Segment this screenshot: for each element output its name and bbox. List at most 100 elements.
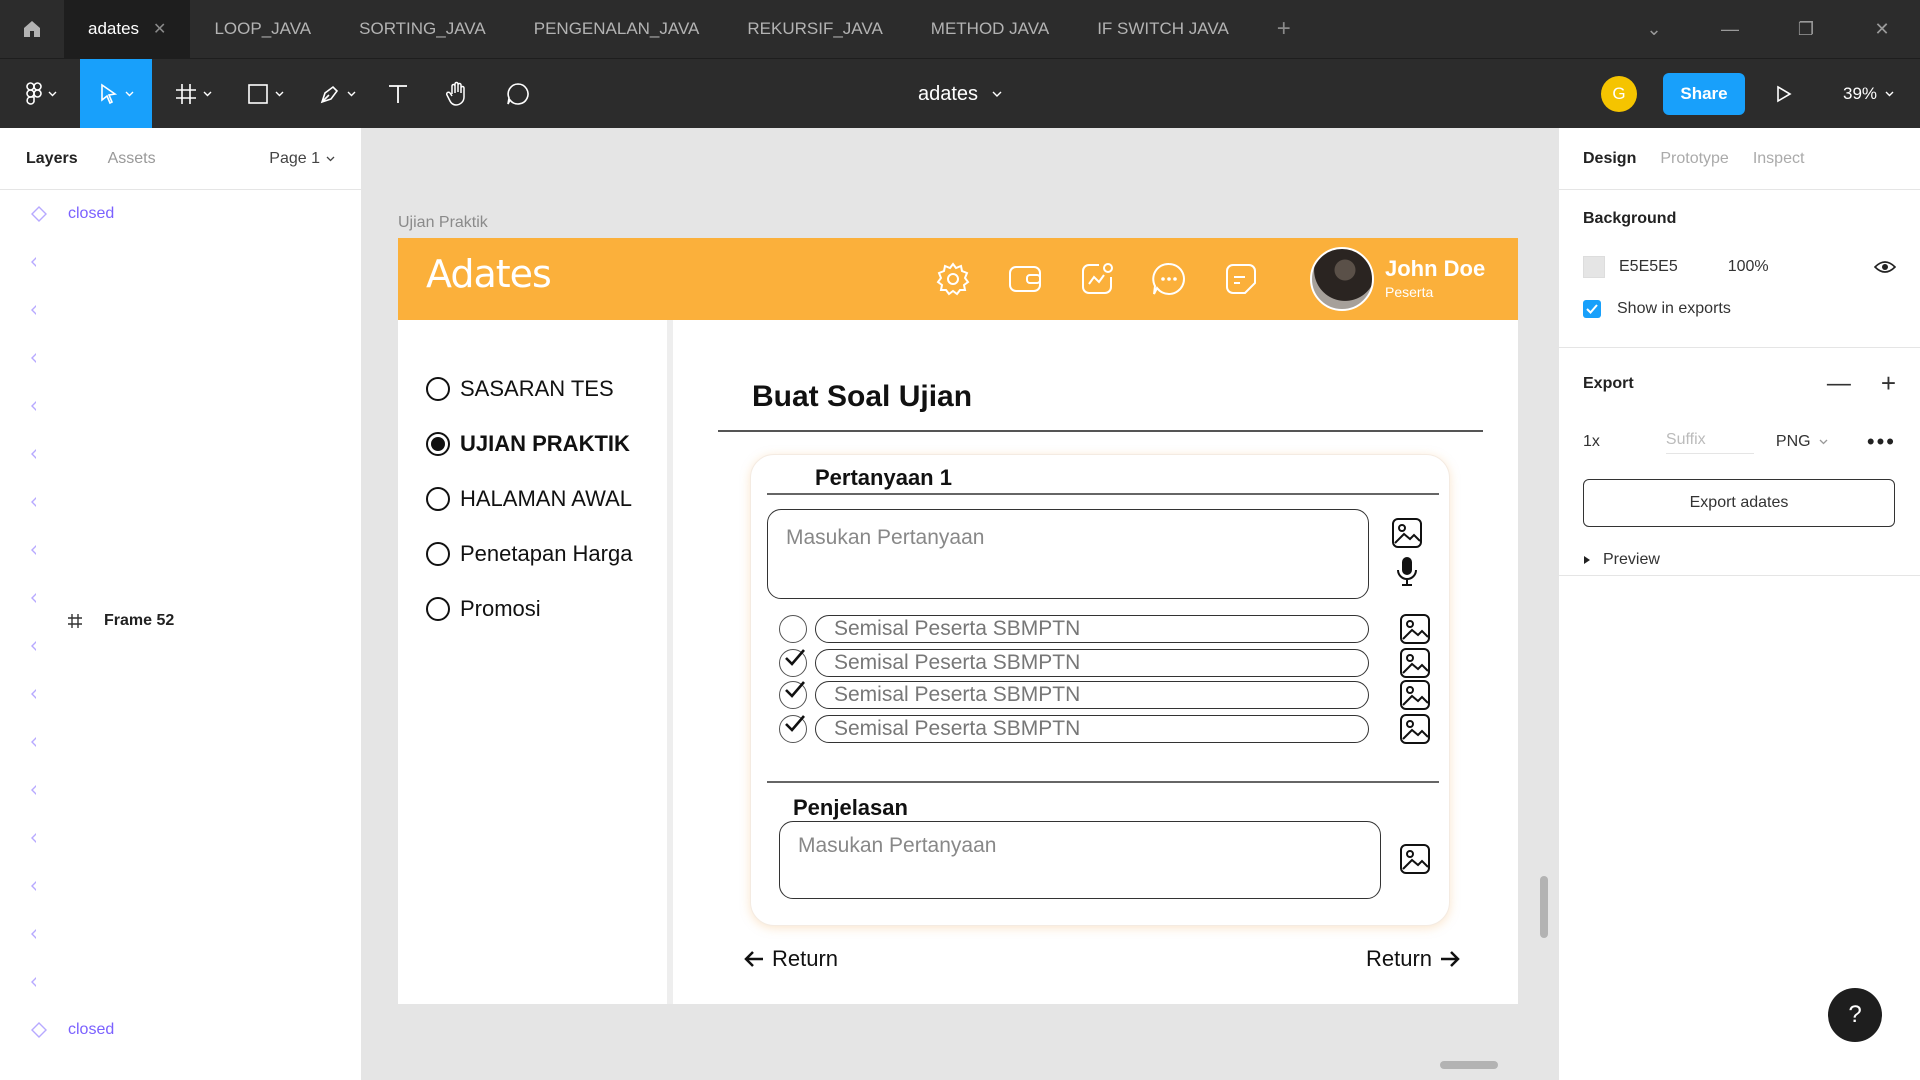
remove-export-icon[interactable]: — [1827,370,1851,398]
more-options-icon[interactable]: ••• [1867,429,1896,455]
menu-item-sasaran-tes[interactable]: SASARAN TES [426,376,614,402]
frame-tool[interactable] [168,59,218,129]
return-back-label: Return [772,946,839,971]
menu-label: HALAMAN AWAL [460,486,632,511]
image-upload-icon[interactable] [1399,713,1431,745]
answer-option-input[interactable]: Semisal Peserta SBMPTN [815,681,1369,709]
new-tab-plus-icon[interactable]: + [1253,15,1315,43]
chevron-down-icon[interactable]: ⌄ [1616,19,1692,40]
radio-button[interactable] [426,377,450,401]
properties-panel: Design Prototype Inspect Background E5E5… [1558,128,1920,1080]
shape-tool[interactable] [240,59,290,129]
design-frame[interactable]: Adates John Doe Peserta SASARAN TES UJIA… [398,238,1518,1004]
tab-close-icon[interactable]: ✕ [153,19,166,39]
answer-option-input[interactable]: Semisal Peserta SBMPTN [815,715,1369,743]
return-back-button[interactable]: Return [744,946,838,972]
tab-loop-java[interactable]: LOOP_JAVA [190,0,335,58]
tab-design[interactable]: Design [1583,150,1636,168]
eye-icon[interactable] [1874,260,1896,274]
help-button[interactable]: ? [1828,988,1882,1042]
answer-checkbox-checked[interactable] [779,681,807,709]
pointer-icon [100,83,117,105]
tab-rekursif-java[interactable]: REKURSIF_JAVA [723,0,906,58]
chevron-down-icon[interactable] [992,91,1002,98]
answer-option-input[interactable]: Semisal Peserta SBMPTN [815,649,1369,677]
menu-item-penetapan-harga[interactable]: Penetapan Harga [426,541,632,567]
radio-button[interactable] [426,487,450,511]
close-window-icon[interactable]: ✕ [1844,19,1920,40]
horizontal-scrollbar[interactable] [1440,1061,1498,1069]
layer-frame[interactable]: Frame 52 [36,238,361,1004]
tab-layers[interactable]: Layers [26,150,78,168]
restore-icon[interactable]: ❐ [1768,19,1844,40]
export-suffix-input[interactable]: Suffix [1665,431,1754,454]
image-upload-icon[interactable] [1399,679,1431,711]
preview-toggle[interactable]: Preview [1583,551,1896,569]
present-button[interactable] [1768,79,1798,114]
hand-tool[interactable] [438,59,478,129]
tab-prototype[interactable]: Prototype [1660,150,1728,168]
chat-icon[interactable] [1148,258,1190,300]
chevron-down-icon [326,156,335,161]
show-in-exports-row[interactable]: Show in exports [1583,300,1896,318]
wallet-icon[interactable] [1004,258,1046,300]
answer-checkbox-checked[interactable] [779,715,807,743]
tab-inspect[interactable]: Inspect [1753,150,1805,168]
divider [718,430,1483,432]
background-hex[interactable]: E5E5E5 [1619,258,1678,276]
page-selector[interactable]: Page 1 [269,150,335,168]
microphone-icon[interactable] [1391,555,1423,587]
menu-item-halaman-awal[interactable]: HALAMAN AWAL [426,486,632,512]
tab-assets[interactable]: Assets [108,150,156,168]
layer-item[interactable]: closed [0,190,361,238]
frame-label[interactable]: Ujian Praktik [398,214,488,232]
comment-tool[interactable] [498,59,538,129]
text-tool[interactable] [380,59,416,129]
tab-if-switch-java[interactable]: IF SWITCH JAVA [1073,0,1253,58]
tab-pengenalan-java[interactable]: PENGENALAN_JAVA [510,0,724,58]
image-upload-icon[interactable] [1399,647,1431,679]
export-scale[interactable]: 1x [1583,433,1600,451]
layer-item[interactable]: closed [0,1006,361,1054]
home-button[interactable] [0,0,64,58]
radio-button[interactable] [426,597,450,621]
avatar[interactable]: G [1601,76,1637,112]
answer-checkbox-checked[interactable] [779,649,807,677]
image-upload-icon[interactable] [1399,613,1431,645]
tab-sorting-java[interactable]: SORTING_JAVA [335,0,510,58]
menu-item-promosi[interactable]: Promosi [426,596,541,622]
minimize-icon[interactable]: — [1692,19,1768,40]
export-button[interactable]: Export adates [1583,479,1895,527]
explanation-input[interactable]: Masukan Pertanyaan [779,821,1381,899]
radio-button[interactable] [426,542,450,566]
menu-item-ujian-praktik[interactable]: UJIAN PRAKTIK [426,431,630,457]
return-next-button[interactable]: Return [1366,946,1460,972]
menu-label: UJIAN PRAKTIK [460,431,630,456]
tab-label: adates [88,19,140,38]
radio-button-selected[interactable] [426,432,450,456]
color-swatch[interactable] [1583,256,1605,278]
checkbox[interactable] [1583,300,1601,318]
share-button[interactable]: Share [1663,73,1745,115]
tab-method-java[interactable]: METHOD JAVA [907,0,1073,58]
pen-tool[interactable] [312,59,362,129]
document-icon[interactable] [1220,258,1262,300]
zoom-dropdown[interactable]: 39% [1843,59,1894,129]
canvas[interactable]: Ujian Praktik Adates John Doe Peserta SA… [362,128,1558,1080]
tab-adates[interactable]: adates ✕ [64,0,191,58]
activity-chart-icon[interactable] [1076,258,1118,300]
answer-checkbox[interactable] [779,615,807,643]
add-export-icon[interactable]: + [1881,368,1896,399]
settings-icon[interactable] [932,258,974,300]
avatar[interactable] [1310,247,1374,311]
vertical-scrollbar[interactable] [1540,876,1548,938]
background-opacity[interactable]: 100% [1728,258,1769,276]
move-tool[interactable] [80,59,152,129]
file-name[interactable]: adates [918,83,978,106]
image-upload-icon[interactable] [1399,843,1431,875]
question-input[interactable]: Masukan Pertanyaan [767,509,1369,599]
export-format-select[interactable]: PNG [1776,433,1828,451]
answer-option-input[interactable]: Semisal Peserta SBMPTN [815,615,1369,643]
main-menu-button[interactable] [18,59,64,129]
image-upload-icon[interactable] [1391,517,1423,549]
